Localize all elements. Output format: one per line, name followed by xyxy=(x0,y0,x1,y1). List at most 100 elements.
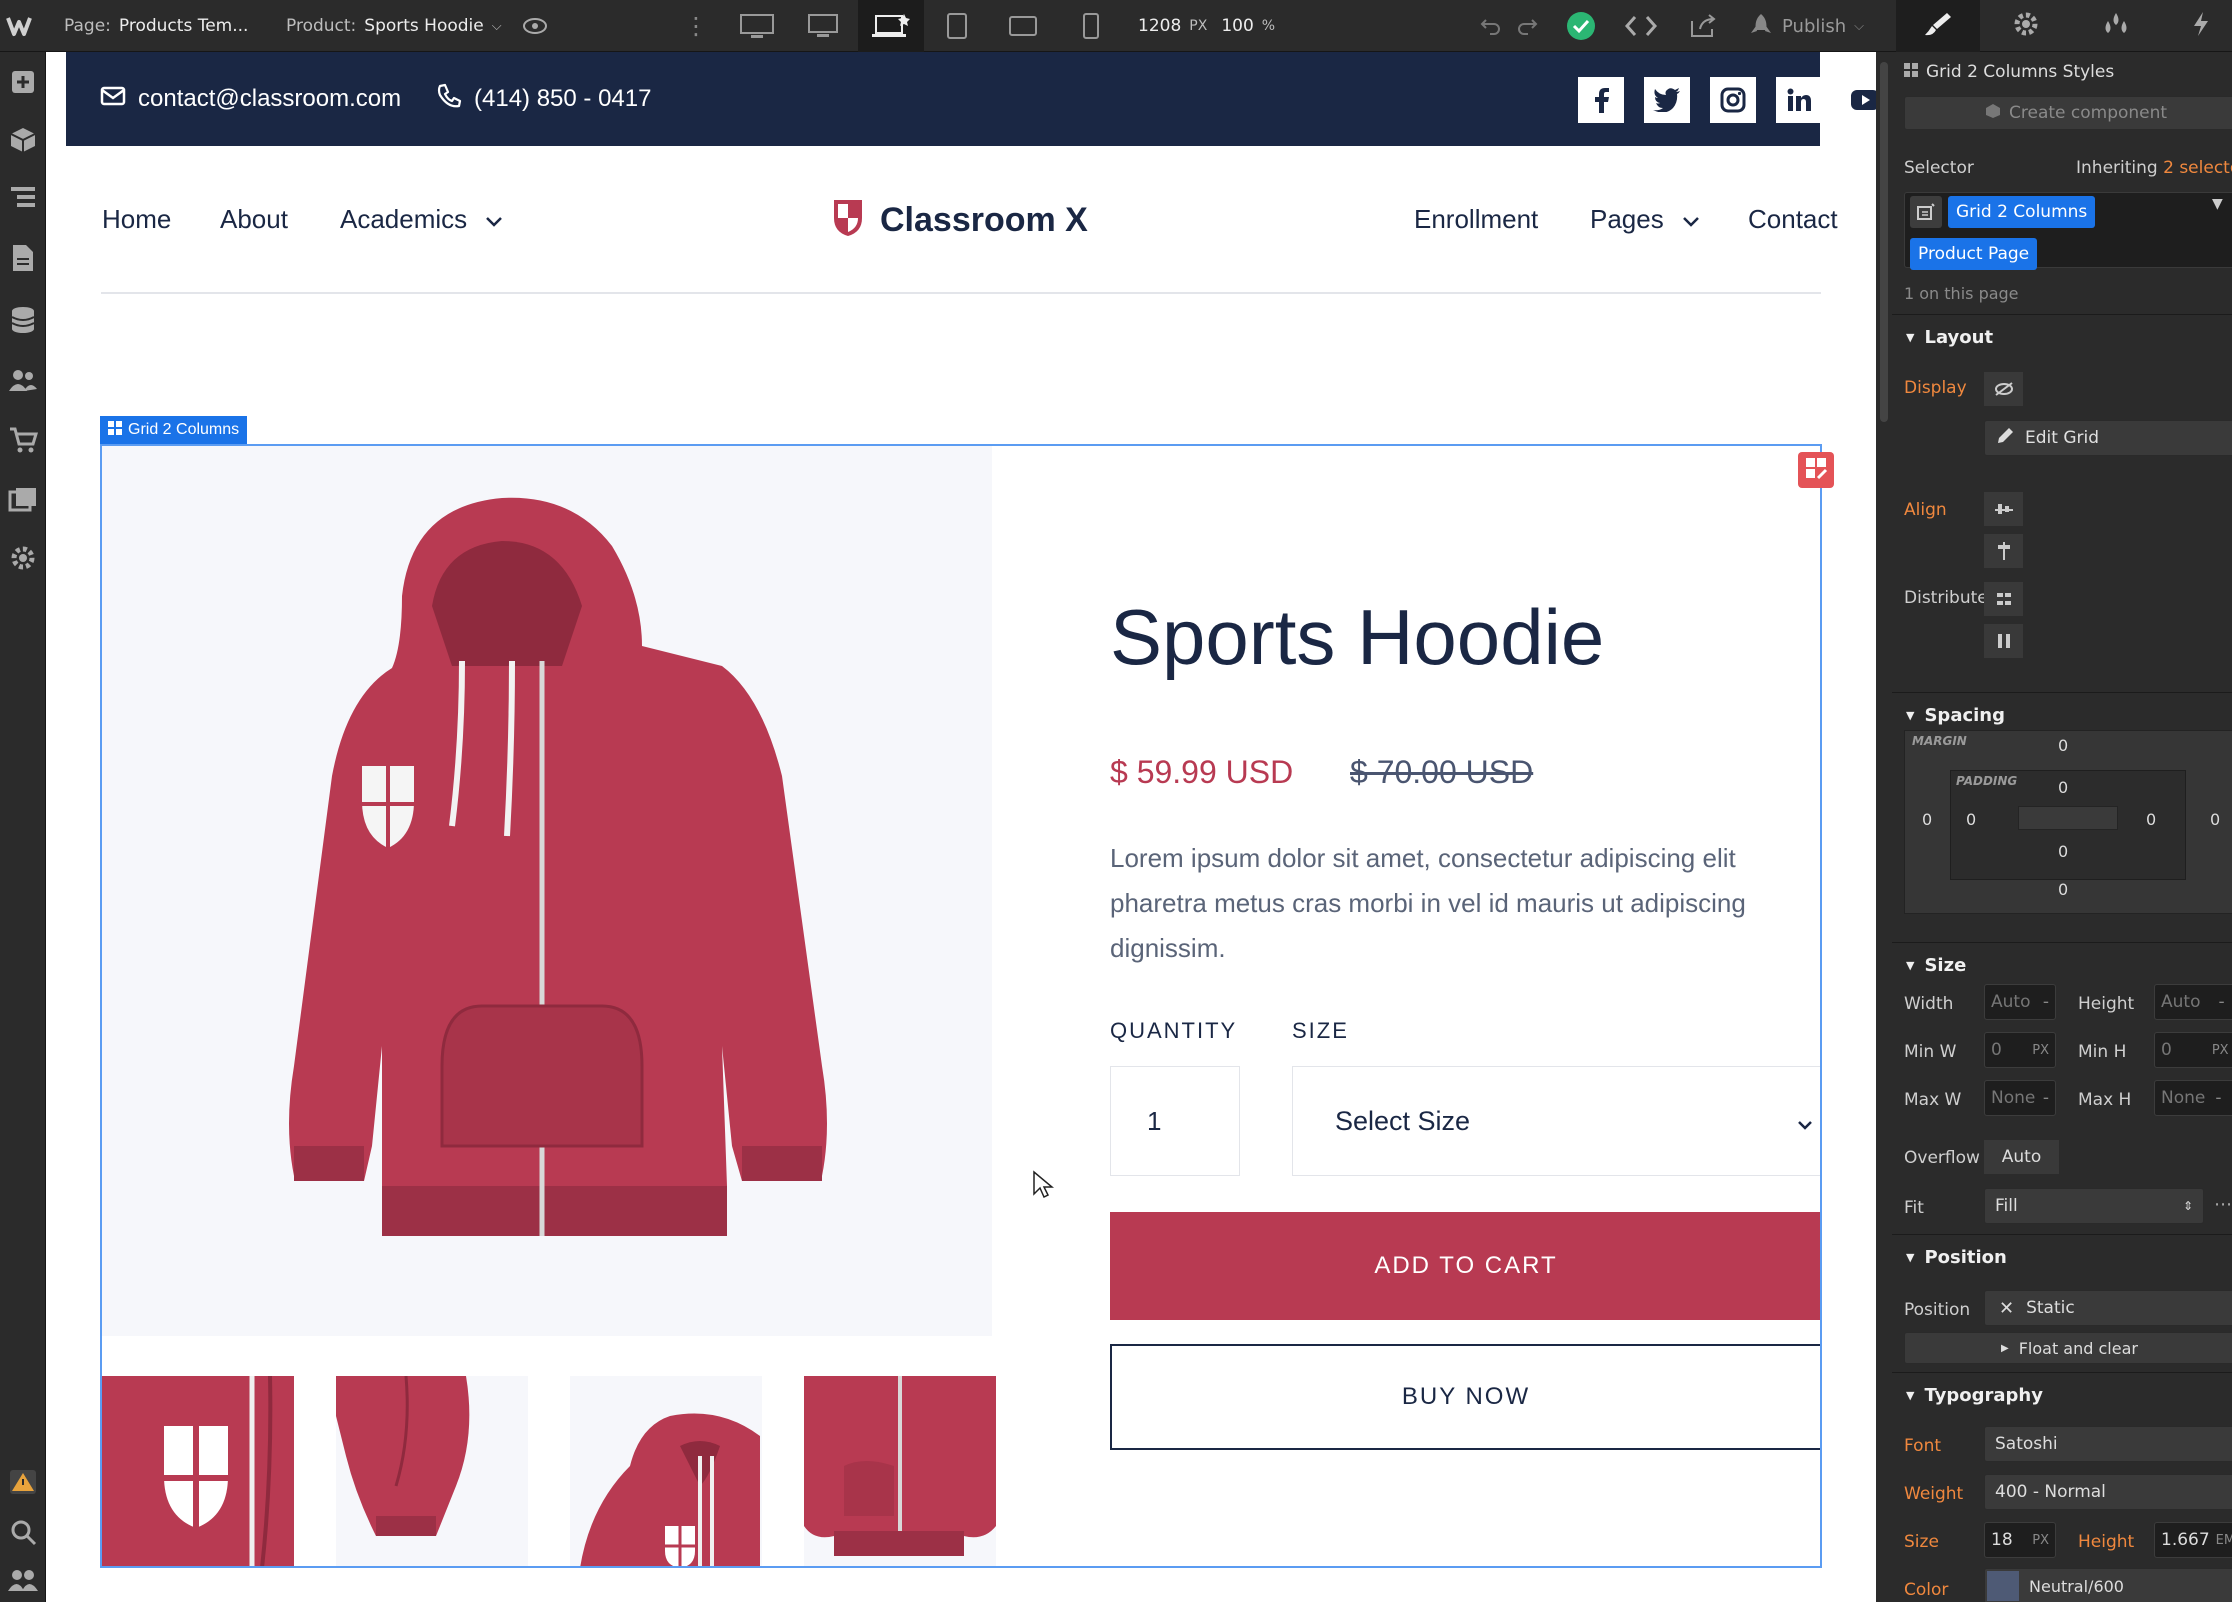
nav-academics[interactable]: Academics xyxy=(340,204,503,235)
facebook-icon[interactable] xyxy=(1578,77,1624,123)
position-section-header[interactable]: ▼ Position xyxy=(1892,1234,2232,1280)
page-selector[interactable]: Page: Products Tem... xyxy=(64,0,248,52)
selector-mode-icon[interactable] xyxy=(1910,196,1942,228)
distribute-around-icon[interactable] xyxy=(1984,582,2024,616)
font-size-input[interactable]: 18 PX xyxy=(1984,1522,2056,1558)
code-icon[interactable] xyxy=(1624,0,1658,52)
phone-icon[interactable] xyxy=(1058,0,1124,52)
nav-contact[interactable]: Contact xyxy=(1748,204,1838,235)
redo-icon[interactable] xyxy=(1516,0,1538,52)
cms-database-icon[interactable] xyxy=(7,304,39,336)
weight-select[interactable]: 400 - Normal xyxy=(1984,1474,2232,1510)
padding-right-value[interactable]: 0 xyxy=(2146,810,2156,829)
export-icon[interactable] xyxy=(1688,0,1718,52)
brand-logo[interactable]: Classroom X xyxy=(832,198,1088,243)
nav-home[interactable]: Home xyxy=(102,204,171,235)
audit-warning-icon[interactable] xyxy=(7,1466,39,1498)
canvas-width[interactable]: 1208 PX 100 % xyxy=(1138,0,1275,52)
padding-bottom-value[interactable]: 0 xyxy=(2058,842,2068,861)
add-panel-icon[interactable] xyxy=(7,66,39,98)
style-panel-tab[interactable] xyxy=(1896,0,1980,52)
settings-panel-tab[interactable] xyxy=(1992,0,2060,52)
selector-dropdown-icon[interactable]: ▼ xyxy=(2212,196,2223,212)
minw-input[interactable]: 0 PX xyxy=(1984,1032,2056,1068)
product-thumbnail[interactable] xyxy=(570,1376,762,1568)
desktop-large-icon[interactable] xyxy=(724,0,790,52)
font-select[interactable]: Satoshi xyxy=(1984,1426,2232,1462)
settings-gear-icon[interactable] xyxy=(7,542,39,574)
eye-icon[interactable] xyxy=(522,0,548,52)
color-picker[interactable]: Neutral/600 xyxy=(1984,1568,2232,1602)
pages-icon[interactable] xyxy=(7,242,39,274)
inheriting-info[interactable]: Inheriting 2 selector xyxy=(2076,158,2232,178)
create-component-button[interactable]: Create component xyxy=(1904,96,2232,130)
margin-left-value[interactable]: 0 xyxy=(1922,810,1932,829)
desktop-icon[interactable] xyxy=(790,0,856,52)
publish-button[interactable]: Publish ⌵ xyxy=(1748,0,1864,52)
linkedin-icon[interactable] xyxy=(1776,77,1822,123)
margin-bottom-value[interactable]: 0 xyxy=(2058,880,2068,899)
laptop-icon[interactable] xyxy=(858,0,924,52)
maxh-input[interactable]: None - xyxy=(2154,1080,2232,1116)
minh-input[interactable]: 0 PX xyxy=(2154,1032,2232,1068)
components-cube-icon[interactable] xyxy=(7,124,39,156)
check-icon[interactable] xyxy=(1566,0,1596,52)
margin-right-value[interactable]: 0 xyxy=(2210,810,2220,829)
display-none-icon[interactable] xyxy=(1984,372,2024,406)
edit-grid-button[interactable]: Edit Grid xyxy=(1984,420,2232,456)
padding-left-value[interactable]: 0 xyxy=(1966,810,1976,829)
product-thumbnail[interactable] xyxy=(804,1376,996,1568)
overflow-auto-button[interactable]: Auto xyxy=(1984,1140,2060,1174)
contact-phone[interactable]: (414) 850 - 0417 xyxy=(436,52,651,146)
size-section-header[interactable]: ▼ Size xyxy=(1892,942,2232,988)
webflow-logo-icon[interactable] xyxy=(6,0,40,52)
layout-section-header[interactable]: ▼ Layout xyxy=(1892,314,2232,360)
search-icon[interactable] xyxy=(7,1516,39,1548)
instagram-icon[interactable] xyxy=(1710,77,1756,123)
more-dots-icon[interactable]: ⋯ xyxy=(2214,1194,2232,1215)
justify-baseline-icon[interactable] xyxy=(1984,534,2024,568)
bolt-panel-tab[interactable] xyxy=(2170,0,2232,52)
more-dots-icon[interactable]: ⋮ xyxy=(684,0,708,52)
line-height-input[interactable]: 1.667 EM xyxy=(2154,1522,2232,1558)
page-chip[interactable]: Product Page xyxy=(1910,238,2038,270)
height-input[interactable]: Auto - xyxy=(2154,984,2232,1020)
product-thumbnail[interactable] xyxy=(102,1376,294,1568)
product-thumbnail[interactable] xyxy=(336,1376,528,1568)
distribute-h-around-icon[interactable] xyxy=(1984,624,2024,658)
padding-top-value[interactable]: 0 xyxy=(2058,778,2068,797)
maxw-input[interactable]: None - xyxy=(1984,1080,2056,1116)
tablet-icon[interactable] xyxy=(924,0,990,52)
class-chip[interactable]: Grid 2 Columns xyxy=(1948,196,2096,228)
twitter-icon[interactable] xyxy=(1644,77,1690,123)
assets-icon[interactable] xyxy=(7,484,39,516)
undo-icon[interactable] xyxy=(1480,0,1502,52)
nav-enrollment[interactable]: Enrollment xyxy=(1414,204,1538,235)
quantity-input[interactable]: 1 xyxy=(1110,1066,1240,1176)
width-input[interactable]: Auto - xyxy=(1984,984,2056,1020)
nav-about[interactable]: About xyxy=(220,204,288,235)
users-icon[interactable] xyxy=(7,364,39,396)
scrollbar-thumb[interactable] xyxy=(1880,62,1888,422)
navigator-icon[interactable] xyxy=(7,182,39,214)
design-canvas[interactable]: contact@classroom.com (414) 850 - 0417 H… xyxy=(46,52,1876,1602)
buy-now-button[interactable]: BUY NOW xyxy=(1110,1344,1822,1450)
ecommerce-cart-icon[interactable] xyxy=(7,424,39,456)
youtube-icon[interactable] xyxy=(1842,77,1876,123)
product-main-image[interactable] xyxy=(102,446,992,1336)
position-select[interactable]: ✕ Static xyxy=(1984,1290,2232,1326)
interactions-panel-tab[interactable] xyxy=(2082,0,2150,52)
margin-top-value[interactable]: 0 xyxy=(2058,736,2068,755)
nav-pages[interactable]: Pages xyxy=(1590,204,1700,235)
collaborators-icon[interactable] xyxy=(7,1564,39,1596)
contact-email[interactable]: contact@classroom.com xyxy=(100,52,401,146)
add-to-cart-button[interactable]: ADD TO CART xyxy=(1110,1212,1822,1320)
selection-label[interactable]: Grid 2 Columns xyxy=(100,416,248,444)
size-select[interactable]: Select Size xyxy=(1292,1066,1822,1176)
fit-select[interactable]: Fill ⇕ xyxy=(1984,1188,2204,1224)
product-selector[interactable]: Product: Sports Hoodie ⌵ xyxy=(286,0,502,52)
edit-grid-badge[interactable] xyxy=(1798,452,1834,488)
canvas-scrollbar[interactable] xyxy=(1876,52,1892,1602)
typography-section-header[interactable]: ▼ Typography xyxy=(1892,1372,2232,1418)
tablet-landscape-icon[interactable] xyxy=(990,0,1056,52)
